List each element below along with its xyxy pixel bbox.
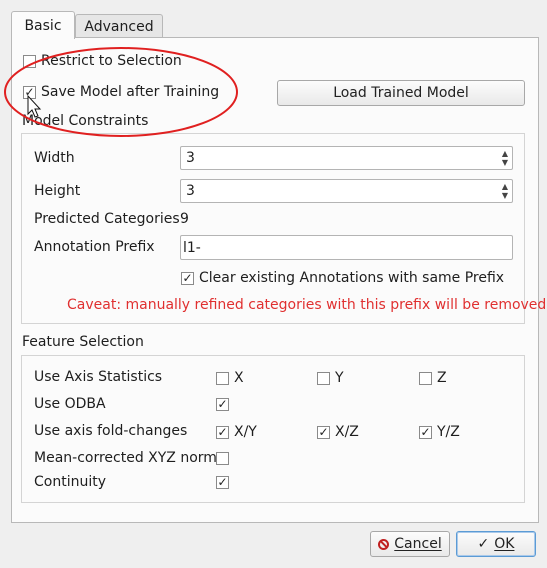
highlight-ellipse (4, 47, 238, 137)
mouse-cursor-icon (27, 94, 42, 118)
annotation-overlay (4, 47, 238, 137)
tab-basic[interactable]: Basic (11, 11, 75, 39)
tab-basic-label: Basic (24, 17, 62, 34)
